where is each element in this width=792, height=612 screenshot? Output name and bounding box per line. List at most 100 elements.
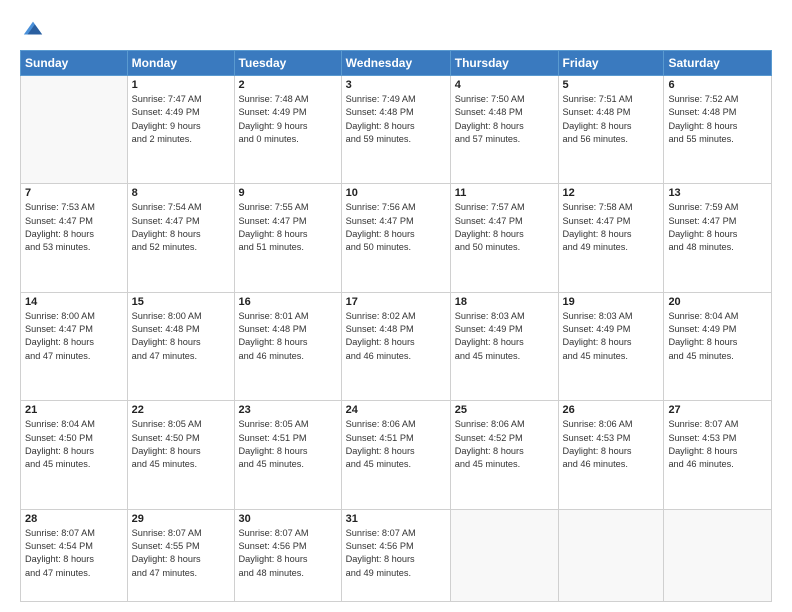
day-number: 24 <box>346 404 446 416</box>
day-info: Sunrise: 8:04 AMSunset: 4:49 PMDaylight:… <box>668 310 767 363</box>
calendar-cell: 24 Sunrise: 8:06 AMSunset: 4:51 PMDayligh… <box>341 401 450 509</box>
page: SundayMondayTuesdayWednesdayThursdayFrid… <box>0 0 792 612</box>
calendar-cell: 8 Sunrise: 7:54 AMSunset: 4:47 PMDaylight… <box>127 184 234 292</box>
day-info: Sunrise: 7:57 AMSunset: 4:47 PMDaylight:… <box>455 201 554 254</box>
calendar-week-row: 14 Sunrise: 8:00 AMSunset: 4:47 PMDayligh… <box>21 292 772 400</box>
calendar-cell: 25 Sunrise: 8:06 AMSunset: 4:52 PMDayligh… <box>450 401 558 509</box>
day-info: Sunrise: 7:50 AMSunset: 4:48 PMDaylight:… <box>455 93 554 146</box>
calendar-cell: 3Sunrise: 7:49 AMSunset: 4:48 PMDaylight… <box>341 76 450 184</box>
day-number: 8 <box>132 187 230 199</box>
column-header-thursday: Thursday <box>450 51 558 76</box>
calendar-cell: 1 Sunrise: 7:47 AMSunset: 4:49 PMDaylight… <box>127 76 234 184</box>
day-info: Sunrise: 8:06 AMSunset: 4:52 PMDaylight:… <box>455 418 554 471</box>
day-info: Sunrise: 8:03 AMSunset: 4:49 PMDaylight:… <box>455 310 554 363</box>
calendar-cell: 17 Sunrise: 8:02 AMSunset: 4:48 PMDayligh… <box>341 292 450 400</box>
day-info: Sunrise: 8:03 AMSunset: 4:49 PMDaylight:… <box>563 310 660 363</box>
calendar-week-row: 7Sunrise: 7:53 AMSunset: 4:47 PMDaylight… <box>21 184 772 292</box>
day-number: 5 <box>563 79 660 91</box>
day-info: Sunrise: 8:06 AMSunset: 4:53 PMDaylight:… <box>563 418 660 471</box>
day-number: 14 <box>25 296 123 308</box>
calendar-cell: 9 Sunrise: 7:55 AMSunset: 4:47 PMDaylight… <box>234 184 341 292</box>
calendar-cell: 12 Sunrise: 7:58 AMSunset: 4:47 PMDayligh… <box>558 184 664 292</box>
day-number: 3 <box>346 79 446 91</box>
day-info: Sunrise: 8:07 AMSunset: 4:55 PMDaylight:… <box>132 527 230 580</box>
calendar-header-row: SundayMondayTuesdayWednesdayThursdayFrid… <box>21 51 772 76</box>
calendar-cell: 18 Sunrise: 8:03 AMSunset: 4:49 PMDayligh… <box>450 292 558 400</box>
calendar-cell: 11 Sunrise: 7:57 AMSunset: 4:47 PMDayligh… <box>450 184 558 292</box>
day-number: 28 <box>25 513 123 525</box>
calendar-cell: 30 Sunrise: 8:07 AMSunset: 4:56 PMDayligh… <box>234 509 341 601</box>
day-number: 18 <box>455 296 554 308</box>
calendar-cell: 5 Sunrise: 7:51 AMSunset: 4:48 PMDaylight… <box>558 76 664 184</box>
calendar-week-row: 28 Sunrise: 8:07 AMSunset: 4:54 PMDayligh… <box>21 509 772 601</box>
calendar-cell: 14 Sunrise: 8:00 AMSunset: 4:47 PMDayligh… <box>21 292 128 400</box>
calendar-cell: 4 Sunrise: 7:50 AMSunset: 4:48 PMDaylight… <box>450 76 558 184</box>
calendar-cell <box>664 509 772 601</box>
day-number: 27 <box>668 404 767 416</box>
day-info: Sunrise: 8:02 AMSunset: 4:48 PMDaylight:… <box>346 310 446 363</box>
day-info: Sunrise: 7:48 AMSunset: 4:49 PMDaylight:… <box>239 93 337 146</box>
day-info: Sunrise: 7:51 AMSunset: 4:48 PMDaylight:… <box>563 93 660 146</box>
calendar-cell: 22 Sunrise: 8:05 AMSunset: 4:50 PMDayligh… <box>127 401 234 509</box>
calendar-cell: 15Sunrise: 8:00 AMSunset: 4:48 PMDayligh… <box>127 292 234 400</box>
calendar-cell: 19 Sunrise: 8:03 AMSunset: 4:49 PMDayligh… <box>558 292 664 400</box>
day-number: 22 <box>132 404 230 416</box>
day-info: Sunrise: 8:07 AMSunset: 4:53 PMDaylight:… <box>668 418 767 471</box>
calendar-cell: 29 Sunrise: 8:07 AMSunset: 4:55 PMDayligh… <box>127 509 234 601</box>
day-number: 12 <box>563 187 660 199</box>
day-number: 13 <box>668 187 767 199</box>
day-number: 9 <box>239 187 337 199</box>
day-number: 6 <box>668 79 767 91</box>
day-info: Sunrise: 8:07 AMSunset: 4:54 PMDaylight:… <box>25 527 123 580</box>
day-number: 21 <box>25 404 123 416</box>
day-info: Sunrise: 8:06 AMSunset: 4:51 PMDaylight:… <box>346 418 446 471</box>
day-number: 30 <box>239 513 337 525</box>
calendar-cell <box>21 76 128 184</box>
day-info: Sunrise: 7:58 AMSunset: 4:47 PMDaylight:… <box>563 201 660 254</box>
day-info: Sunrise: 8:00 AMSunset: 4:47 PMDaylight:… <box>25 310 123 363</box>
day-number: 1 <box>132 79 230 91</box>
day-info: Sunrise: 8:07 AMSunset: 4:56 PMDaylight:… <box>239 527 337 580</box>
day-number: 17 <box>346 296 446 308</box>
day-number: 19 <box>563 296 660 308</box>
logo <box>20 18 44 40</box>
day-number: 20 <box>668 296 767 308</box>
day-info: Sunrise: 7:47 AMSunset: 4:49 PMDaylight:… <box>132 93 230 146</box>
day-info: Sunrise: 7:52 AMSunset: 4:48 PMDaylight:… <box>668 93 767 146</box>
day-info: Sunrise: 8:05 AMSunset: 4:51 PMDaylight:… <box>239 418 337 471</box>
calendar-table: SundayMondayTuesdayWednesdayThursdayFrid… <box>20 50 772 602</box>
day-number: 15 <box>132 296 230 308</box>
day-number: 11 <box>455 187 554 199</box>
logo-icon <box>22 18 44 40</box>
calendar-cell: 26 Sunrise: 8:06 AMSunset: 4:53 PMDayligh… <box>558 401 664 509</box>
day-number: 29 <box>132 513 230 525</box>
header <box>20 18 772 40</box>
calendar-cell <box>558 509 664 601</box>
column-header-monday: Monday <box>127 51 234 76</box>
column-header-tuesday: Tuesday <box>234 51 341 76</box>
calendar-cell: 27 Sunrise: 8:07 AMSunset: 4:53 PMDayligh… <box>664 401 772 509</box>
calendar-week-row: 1 Sunrise: 7:47 AMSunset: 4:49 PMDaylight… <box>21 76 772 184</box>
column-header-friday: Friday <box>558 51 664 76</box>
day-number: 25 <box>455 404 554 416</box>
day-number: 23 <box>239 404 337 416</box>
day-info: Sunrise: 7:54 AMSunset: 4:47 PMDaylight:… <box>132 201 230 254</box>
calendar-cell: 20 Sunrise: 8:04 AMSunset: 4:49 PMDayligh… <box>664 292 772 400</box>
day-number: 4 <box>455 79 554 91</box>
day-number: 26 <box>563 404 660 416</box>
day-info: Sunrise: 8:04 AMSunset: 4:50 PMDaylight:… <box>25 418 123 471</box>
calendar-cell: 21 Sunrise: 8:04 AMSunset: 4:50 PMDayligh… <box>21 401 128 509</box>
day-info: Sunrise: 7:55 AMSunset: 4:47 PMDaylight:… <box>239 201 337 254</box>
calendar-cell: 16Sunrise: 8:01 AMSunset: 4:48 PMDayligh… <box>234 292 341 400</box>
column-header-wednesday: Wednesday <box>341 51 450 76</box>
calendar-cell: 2 Sunrise: 7:48 AMSunset: 4:49 PMDaylight… <box>234 76 341 184</box>
day-info: Sunrise: 7:56 AMSunset: 4:47 PMDaylight:… <box>346 201 446 254</box>
calendar-cell: 28 Sunrise: 8:07 AMSunset: 4:54 PMDayligh… <box>21 509 128 601</box>
day-number: 2 <box>239 79 337 91</box>
calendar-week-row: 21 Sunrise: 8:04 AMSunset: 4:50 PMDayligh… <box>21 401 772 509</box>
day-info: Sunrise: 8:07 AMSunset: 4:56 PMDaylight:… <box>346 527 446 580</box>
calendar-cell: 31Sunrise: 8:07 AMSunset: 4:56 PMDayligh… <box>341 509 450 601</box>
calendar-cell: 13Sunrise: 7:59 AMSunset: 4:47 PMDayligh… <box>664 184 772 292</box>
day-info: Sunrise: 7:53 AMSunset: 4:47 PMDaylight:… <box>25 201 123 254</box>
day-info: Sunrise: 8:05 AMSunset: 4:50 PMDaylight:… <box>132 418 230 471</box>
